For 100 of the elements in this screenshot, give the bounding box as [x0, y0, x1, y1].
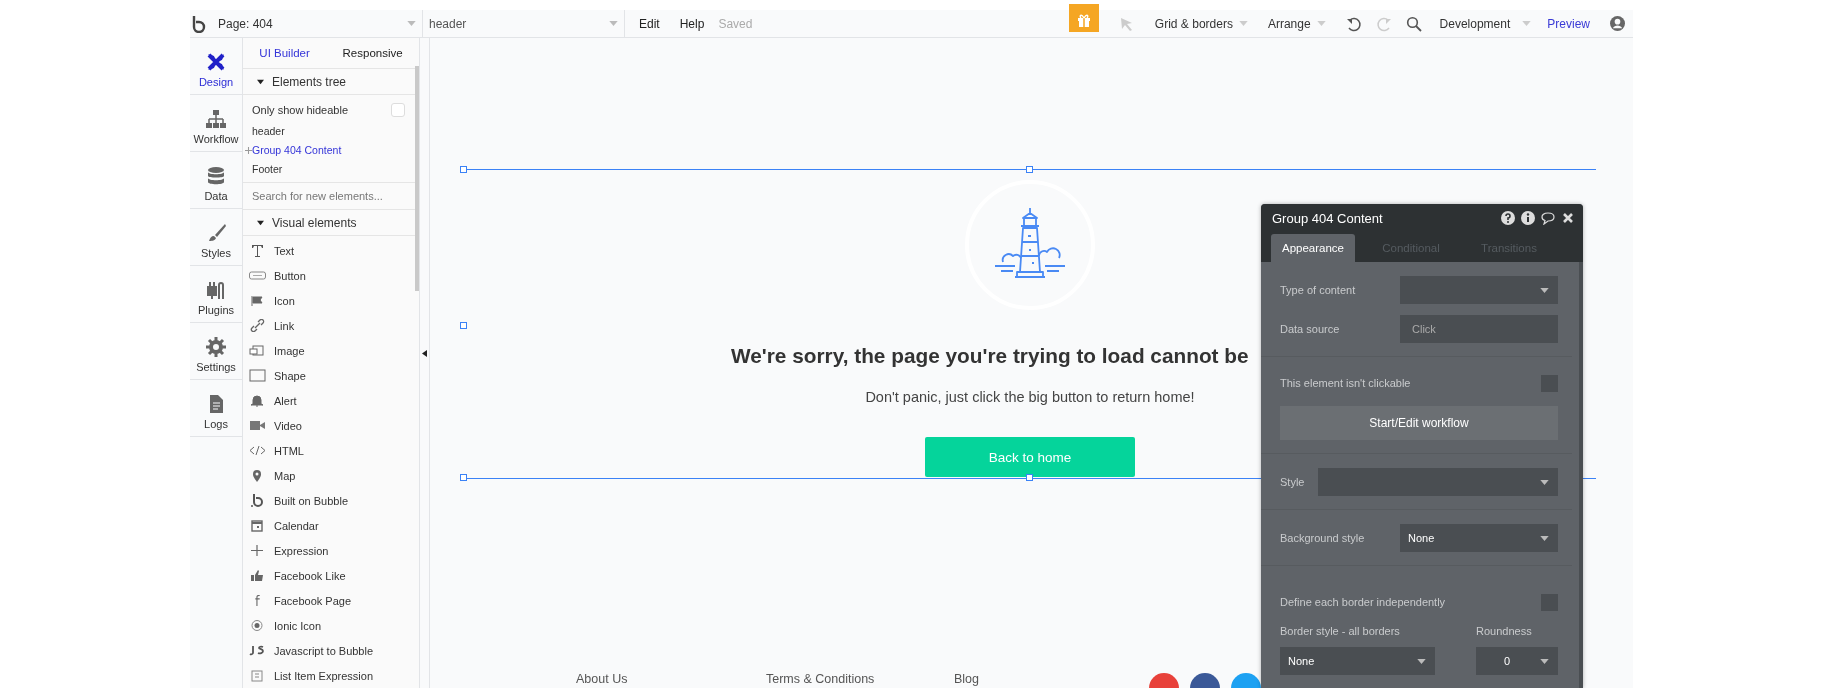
preview-link[interactable]: Preview	[1547, 16, 1590, 31]
element-list-item[interactable]: Javascript to Bubble	[249, 638, 419, 663]
page-heading: We're sorry, the page you're trying to load cannot be	[731, 344, 1249, 368]
sidebar-tab[interactable]: Settings	[190, 323, 242, 380]
sidebar-tab[interactable]: Data	[190, 152, 242, 209]
field-label: Style	[1280, 476, 1305, 488]
user-avatar-icon[interactable]	[1610, 16, 1625, 31]
element-list-item[interactable]: Video	[249, 413, 419, 438]
element-list-item[interactable]: Ionic Icon	[249, 613, 419, 638]
sidebar-tab[interactable]: Workflow	[190, 95, 242, 152]
radio-icon	[249, 619, 266, 632]
element-list-item[interactable]: Map	[249, 463, 419, 488]
resize-handle[interactable]	[460, 322, 467, 329]
element-list-item[interactable]: Facebook Page	[249, 588, 419, 613]
image-icon	[249, 344, 266, 357]
element-list-item[interactable]: Button	[249, 263, 419, 288]
caret-icon	[1540, 535, 1549, 541]
tree-item[interactable]: Footer	[244, 159, 419, 179]
sidebar-tab[interactable]: Styles	[190, 209, 242, 266]
resize-handle[interactable]	[460, 474, 467, 481]
element-list-item[interactable]: Link	[249, 313, 419, 338]
button-icon	[249, 269, 266, 282]
speech-bubble-icon[interactable]	[1541, 211, 1555, 226]
collapse-arrow-icon[interactable]	[422, 349, 427, 357]
caret-icon	[609, 21, 618, 26]
panel-tab[interactable]: Responsive	[342, 47, 403, 60]
js-icon	[249, 644, 266, 657]
resize-handle[interactable]	[460, 166, 467, 173]
item-label: List Item Expression	[274, 669, 374, 682]
page-dropdown[interactable]: Page: 404	[214, 10, 423, 37]
element-list-item[interactable]: HTML	[249, 438, 419, 463]
menu-item[interactable]: Help	[679, 16, 705, 31]
dropdown[interactable]: None	[1400, 524, 1558, 552]
calendar-icon	[249, 519, 266, 532]
link-icon	[249, 319, 266, 332]
plus-icon	[249, 544, 266, 557]
panel-title: Group 404 Content	[1272, 210, 1383, 226]
plus-icon	[245, 146, 252, 154]
element-list-item[interactable]: Text	[249, 238, 419, 263]
caret-icon	[1540, 479, 1549, 485]
code-icon	[249, 444, 266, 457]
info-icon[interactable]	[1521, 211, 1535, 226]
bubble-b-icon	[249, 494, 266, 507]
element-list-item[interactable]: Shape	[249, 363, 419, 388]
caret-icon	[407, 21, 416, 26]
resize-handle[interactable]	[1026, 474, 1033, 481]
footer-link[interactable]: Blog	[954, 672, 1114, 686]
checkbox-label: Define each border independently	[1280, 596, 1446, 608]
element-list-item[interactable]: Calendar	[249, 513, 419, 538]
caret-icon	[1238, 21, 1248, 26]
item-label: Javascript to Bubble	[274, 644, 374, 657]
tree-item[interactable]: Group 404 Content	[244, 140, 419, 160]
item-label: Alert	[274, 394, 297, 407]
sidebar-tab[interactable]: Plugins	[190, 266, 242, 323]
letter-f-icon	[255, 595, 260, 606]
input-field[interactable]: Click	[1400, 315, 1558, 343]
workflow-button[interactable]: Start/Edit workflow	[1280, 406, 1558, 440]
text-t-icon	[249, 244, 266, 257]
element-list-item[interactable]: Alert	[249, 388, 419, 413]
undo-icon[interactable]	[1345, 15, 1362, 32]
dropdown[interactable]: 0	[1476, 647, 1558, 675]
resize-handle[interactable]	[1026, 166, 1033, 173]
item-label: HTML	[274, 444, 304, 457]
mode-dropdown[interactable]: Development	[1439, 16, 1532, 31]
menu-item[interactable]: Edit	[639, 16, 660, 31]
help-icon[interactable]	[1501, 211, 1515, 226]
item-label: Expression	[274, 544, 329, 557]
element-list-item[interactable]: Expression	[249, 538, 419, 563]
arrange-menu[interactable]: Arrange	[1267, 16, 1326, 31]
dropdown[interactable]: None	[1280, 647, 1435, 675]
element-list-item[interactable]: Built on Bubble	[249, 488, 419, 513]
caret-icon	[1316, 21, 1326, 26]
video-camera-icon	[249, 419, 266, 432]
checkbox-label: This element isn't clickable	[1280, 377, 1411, 389]
sitemap-icon	[205, 107, 227, 130]
search-icon[interactable]	[1405, 15, 1422, 32]
element-list-item[interactable]: List Item Expression	[249, 663, 419, 688]
field-label: Border style - all borders	[1280, 625, 1401, 637]
item-label: Built on Bubble	[274, 494, 348, 507]
checkbox[interactable]	[391, 102, 405, 117]
search-field[interactable]: Search for new elements...	[243, 182, 419, 211]
tree-item[interactable]: header	[244, 121, 419, 141]
caret-icon	[1540, 658, 1549, 664]
element-list-item[interactable]: Image	[249, 338, 419, 363]
element-list-item[interactable]: Icon	[249, 288, 419, 313]
panel-tab[interactable]: Appearance	[1271, 234, 1355, 262]
gift-icon	[1075, 12, 1092, 28]
square-icon	[249, 369, 266, 382]
scrollbar[interactable]	[415, 66, 419, 291]
sidebar-tab[interactable]: Design	[190, 38, 242, 95]
grid-borders-menu[interactable]: Grid & borders	[1154, 16, 1248, 31]
item-label: Button	[274, 269, 306, 282]
footer-link[interactable]: About Us	[576, 672, 766, 686]
bubble-logo-icon	[192, 14, 208, 33]
element-dropdown[interactable]: header	[425, 10, 625, 37]
panel-tab[interactable]: UI Builder	[259, 47, 310, 60]
footer-link[interactable]: Terms & Conditions	[766, 672, 954, 686]
element-list-item[interactable]: Facebook Like	[249, 563, 419, 588]
sidebar-tab[interactable]: Logs	[190, 380, 242, 437]
gift-button[interactable]	[1068, 4, 1099, 32]
